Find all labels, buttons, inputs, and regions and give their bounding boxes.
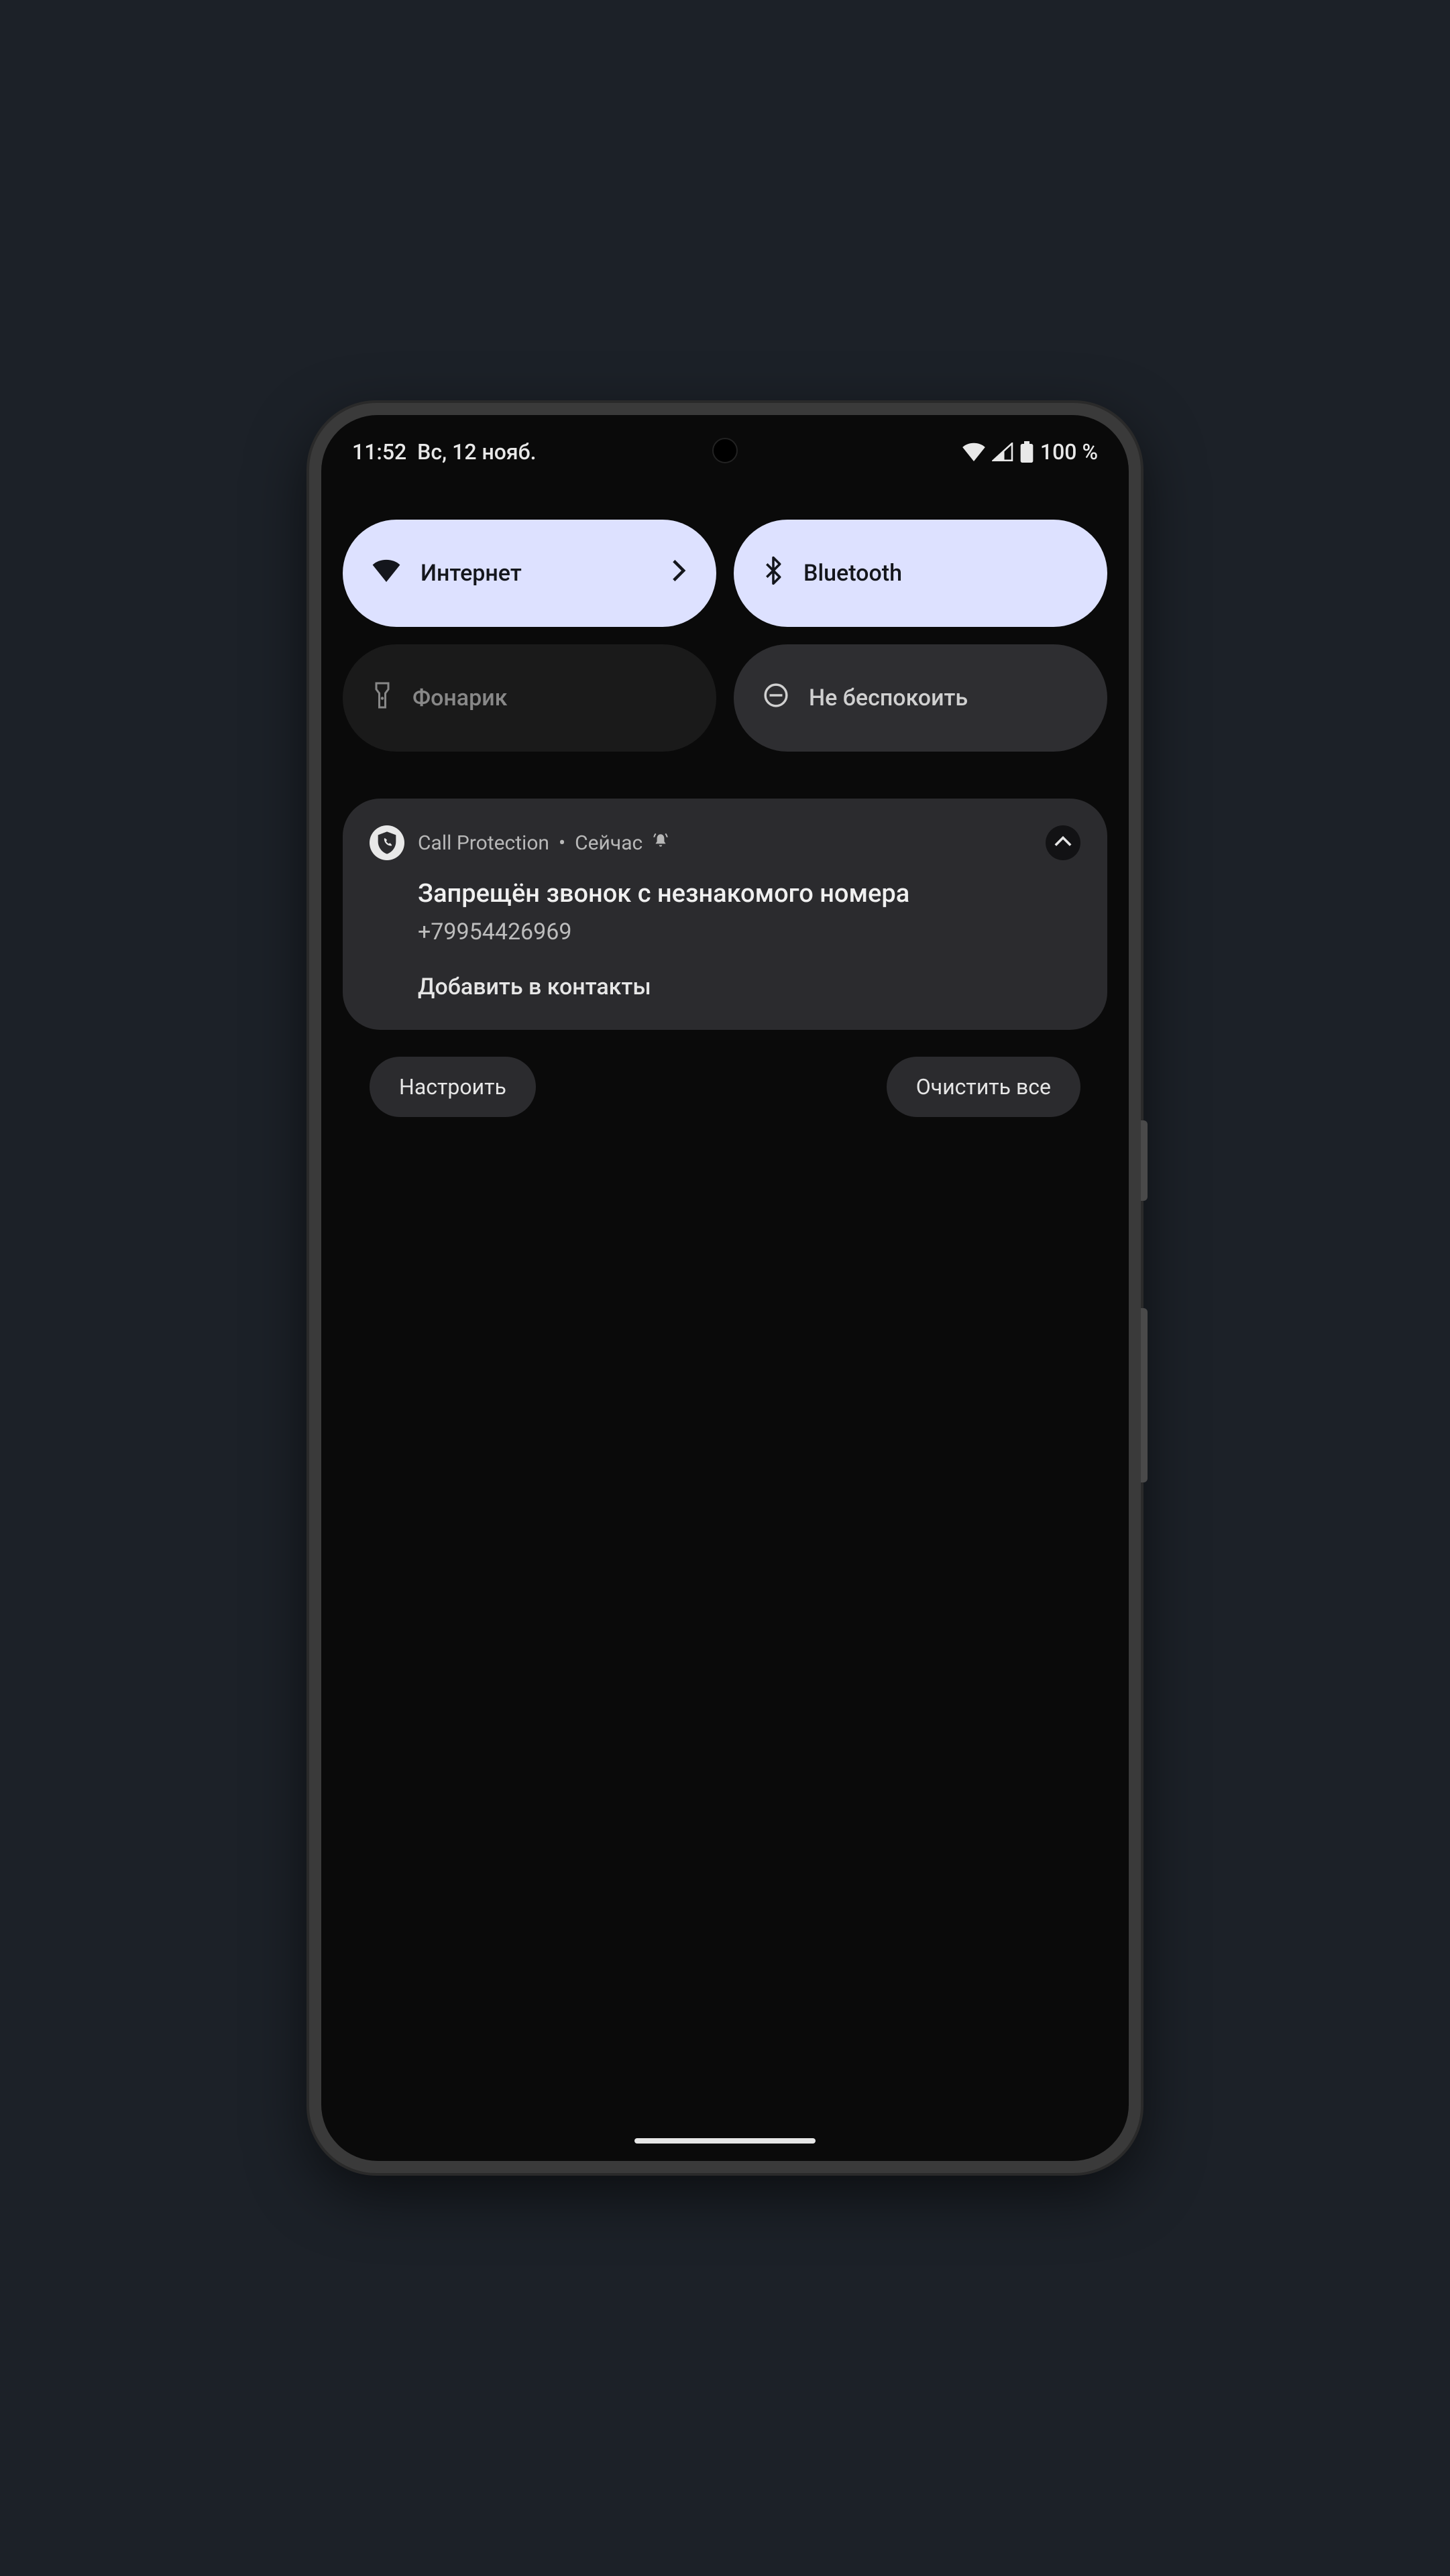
qs-flashlight[interactable]: Фонарик <box>343 644 716 752</box>
add-contact-action[interactable]: Добавить в контакты <box>418 974 1080 1000</box>
chevron-right-icon <box>671 559 687 589</box>
qs-internet[interactable]: Интернет <box>343 520 716 627</box>
dnd-icon <box>763 683 789 714</box>
wifi-icon <box>962 443 985 461</box>
notification-app-name: Call Protection <box>418 831 549 855</box>
flashlight-icon <box>372 681 392 715</box>
volume-button[interactable] <box>1141 1308 1148 1482</box>
manage-button[interactable]: Настроить <box>370 1057 536 1117</box>
front-camera <box>712 438 738 463</box>
wifi-icon <box>372 559 400 588</box>
notification-title: Запрещён звонок с незнакомого номера <box>418 878 1080 911</box>
power-button[interactable] <box>1141 1120 1148 1201</box>
notification-footer: Настроить Очистить все <box>343 1030 1107 1117</box>
cellular-icon <box>992 443 1013 461</box>
notification-area: Call Protection • Сейчас Запрещён <box>321 799 1129 1117</box>
battery-icon <box>1020 441 1034 463</box>
qs-bluetooth[interactable]: Bluetooth <box>734 520 1107 627</box>
screen: 11:52 Вс, 12 нояб. 100 % <box>321 415 1129 2161</box>
phone-frame: 11:52 Вс, 12 нояб. 100 % <box>309 403 1141 2173</box>
nav-handle[interactable] <box>634 2138 816 2144</box>
qs-dnd[interactable]: Не беспокоить <box>734 644 1107 752</box>
bluetooth-icon <box>763 557 783 591</box>
bell-icon <box>652 831 669 855</box>
chevron-up-icon <box>1054 835 1072 850</box>
notification-header: Call Protection • Сейчас <box>370 825 1080 860</box>
collapse-button[interactable] <box>1046 825 1080 860</box>
qs-bluetooth-label: Bluetooth <box>803 560 902 587</box>
app-icon <box>370 825 404 860</box>
notification-card[interactable]: Call Protection • Сейчас Запрещён <box>343 799 1107 1030</box>
clear-all-button[interactable]: Очистить все <box>887 1057 1080 1117</box>
qs-internet-label: Интернет <box>421 560 522 587</box>
qs-flashlight-label: Фонарик <box>412 685 507 711</box>
status-date: Вс, 12 нояб. <box>417 439 536 465</box>
quick-settings-panel: Интернет Bluetooth Фонарик <box>321 489 1129 799</box>
notification-number: +79954426969 <box>418 919 1080 945</box>
battery-percent: 100 % <box>1040 439 1098 465</box>
qs-dnd-label: Не беспокоить <box>809 685 968 711</box>
notification-time: Сейчас <box>575 831 643 855</box>
dot-separator: • <box>559 831 565 855</box>
status-time: 11:52 <box>352 439 406 465</box>
